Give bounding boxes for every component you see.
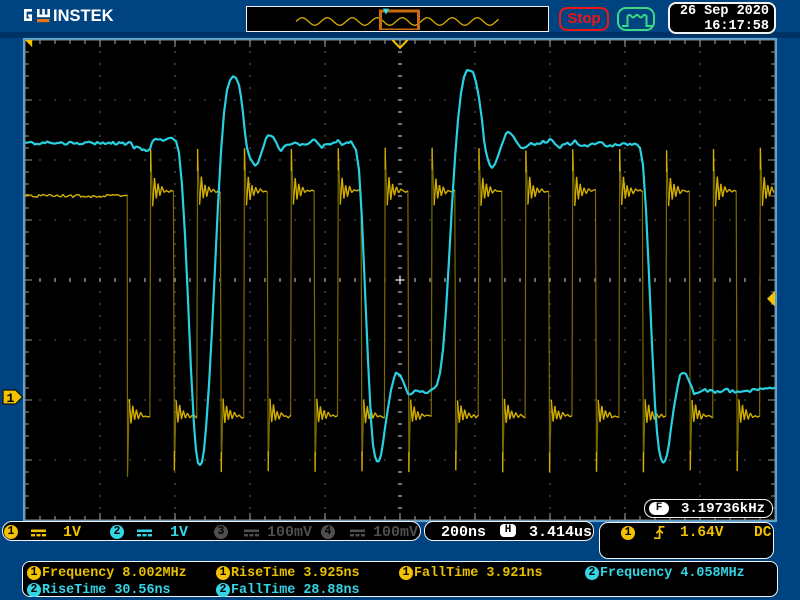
svg-text:1: 1 xyxy=(7,391,15,406)
